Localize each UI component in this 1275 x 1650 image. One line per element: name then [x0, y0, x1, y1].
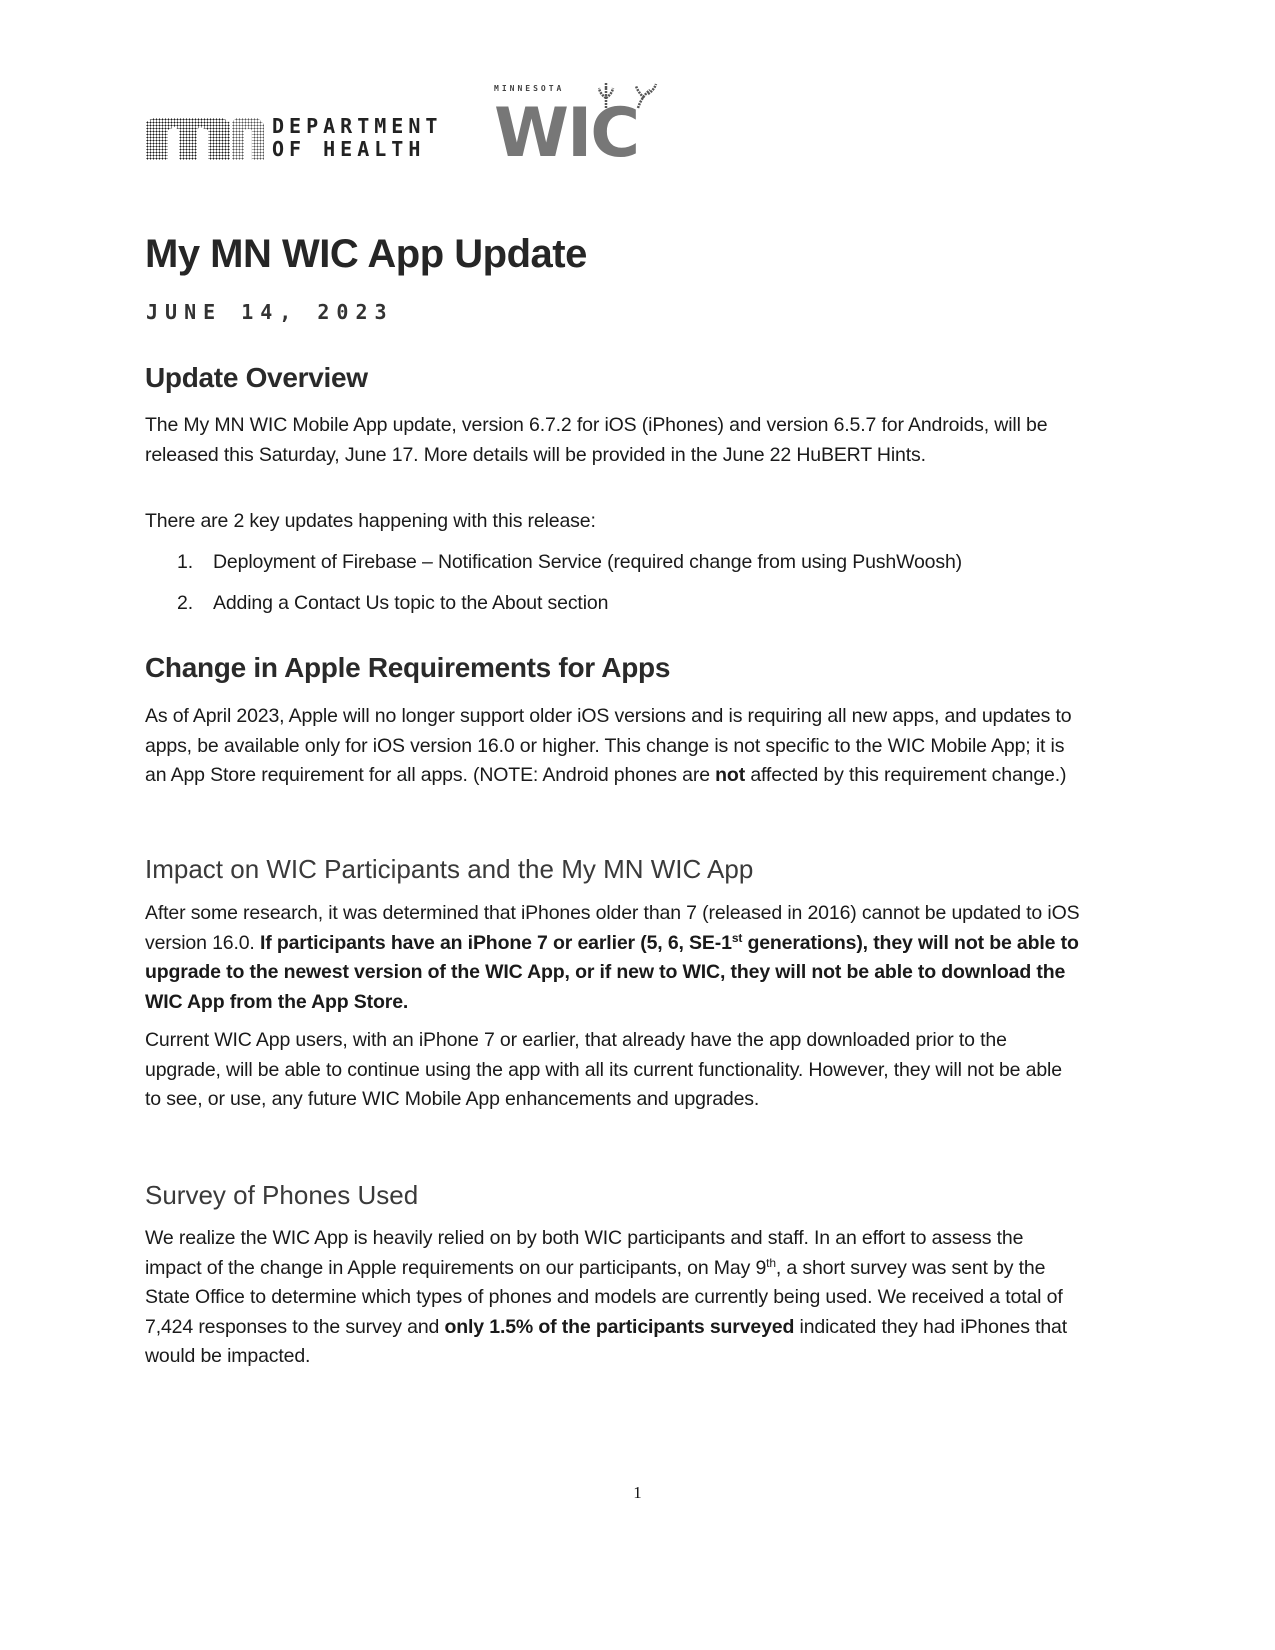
mdh-logo-text: DEPARTMENT OF HEALTH	[272, 115, 442, 161]
survey-bold-statistic: only 1.5% of the participants surveyed	[444, 1315, 795, 1338]
superscript: th	[766, 1255, 776, 1270]
section-heading-update-overview: Update Overview	[145, 362, 368, 393]
impact-paragraph-2: Current WIC App users, with an iPhone 7 …	[145, 1029, 1062, 1110]
document-date: JUNE 14, 2023	[146, 300, 394, 324]
section-heading-impact: Impact on WIC Participants and the My MN…	[145, 854, 754, 884]
survey-paragraph: We realize the WIC App is heavily relied…	[145, 1224, 1080, 1372]
text-run: If participants have an iPhone 7 or earl…	[259, 931, 732, 954]
document-page: DEPARTMENT OF HEALTH MINNESOTA WIC My MN…	[0, 0, 1275, 1650]
list-item-number: 1.	[177, 551, 193, 573]
mn-logo-m-shape	[146, 118, 230, 160]
section-heading-apple-requirements: Change in Apple Requirements for Apps	[145, 652, 671, 683]
list-item-number: 2.	[177, 591, 193, 614]
superscript: st	[731, 930, 743, 945]
impact-bold-statement: If participants have an iPhone 7 or earl…	[145, 932, 1079, 1013]
mn-department-of-health-logo: DEPARTMENT OF HEALTH	[146, 115, 476, 161]
impact-paragraph-1: After some research, it was determined t…	[145, 899, 1080, 1017]
mdh-logo-line2: OF HEALTH	[272, 137, 426, 161]
wic-logo-wordmark: WIC	[494, 94, 640, 173]
page-number: 1	[633, 1483, 642, 1502]
wic-logo-state-text: MINNESOTA	[494, 84, 565, 93]
key-updates-list: 1. Deployment of Firebase – Notification…	[177, 548, 1077, 629]
text-run: affected by this requirement change.)	[745, 764, 1067, 786]
section-heading-survey: Survey of Phones Used	[145, 1180, 419, 1210]
mn-logo-n-shape	[232, 118, 264, 160]
list-item-text: Adding a Contact Us topic to the About s…	[213, 591, 609, 614]
minnesota-wic-logo: MINNESOTA WIC	[494, 80, 664, 170]
list-item-text: Deployment of Firebase – Notification Se…	[213, 551, 962, 573]
list-item: 2. Adding a Contact Us topic to the Abou…	[177, 589, 1077, 619]
list-item: 1. Deployment of Firebase – Notification…	[177, 548, 1077, 578]
emphasis-not: not	[715, 764, 746, 786]
document-title: My MN WIC App Update	[145, 232, 587, 276]
overview-paragraph-1: The My MN WIC Mobile App update, version…	[145, 414, 1048, 466]
apple-requirements-paragraph: As of April 2023, Apple will no longer s…	[145, 702, 1080, 791]
mdh-logo-line1: DEPARTMENT	[272, 114, 443, 138]
overview-paragraph-2: There are 2 key updates happening with t…	[145, 510, 596, 532]
header-logos: DEPARTMENT OF HEALTH MINNESOTA WIC	[146, 80, 706, 170]
mn-logo-mark-icon	[146, 115, 264, 160]
